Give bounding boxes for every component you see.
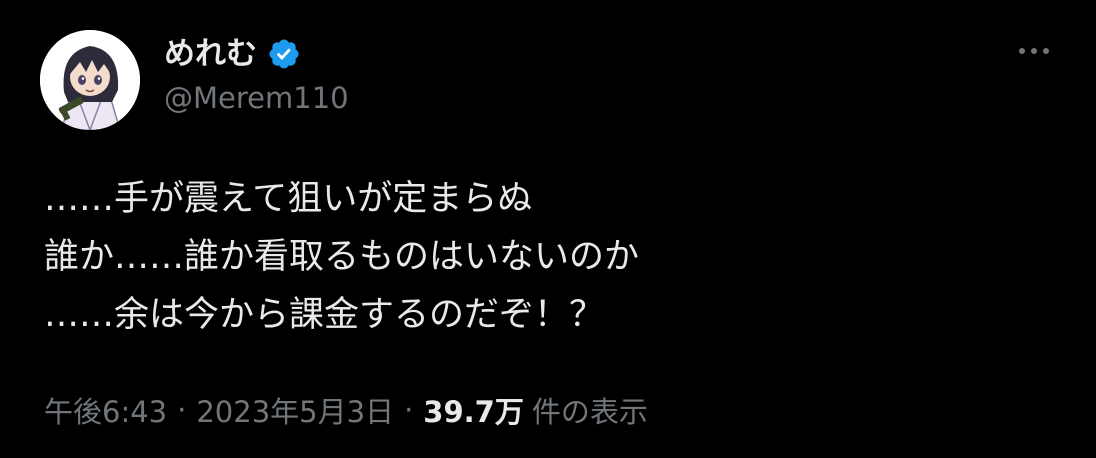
more-options-icon bbox=[1019, 48, 1025, 54]
author-name-row: めれむ bbox=[164, 32, 301, 76]
tweet-text-line: ……余は今から課金するのだぞ！？ bbox=[44, 295, 605, 335]
more-options-icon-dot bbox=[1031, 48, 1037, 54]
author-handle[interactable]: @Merem110 bbox=[164, 84, 349, 113]
author-display-name[interactable]: めれむ bbox=[164, 38, 257, 70]
tweet-text-line: ……手が震えて狙いが定まらぬ bbox=[44, 179, 533, 219]
tweet: めれむ @Merem110 ……手が震えて狙いが定まらぬ 誰か……誰か看取るもの… bbox=[0, 0, 1096, 458]
tweet-text-line: 誰か……誰か看取るものはいないのか bbox=[44, 237, 640, 277]
tweet-date[interactable]: 2023年5月3日 bbox=[196, 389, 394, 431]
tweet-time[interactable]: 午後6:43 bbox=[44, 389, 167, 431]
avatar[interactable] bbox=[40, 30, 140, 130]
tweet-meta: 午後6:43 · 2023年5月3日 · 39.7万 件の表示 bbox=[44, 390, 648, 430]
meta-separator: · bbox=[404, 393, 414, 427]
views-count[interactable]: 39.7万 bbox=[423, 389, 524, 431]
views-label[interactable]: 件の表示 bbox=[532, 389, 648, 431]
tweet-text: ……手が震えて狙いが定まらぬ 誰か……誰か看取るものはいないのか ……余は今から… bbox=[44, 170, 1054, 344]
verified-badge-icon[interactable] bbox=[267, 37, 301, 71]
more-options-icon-dot bbox=[1043, 48, 1049, 54]
more-options-button[interactable] bbox=[1012, 36, 1056, 66]
meta-separator: · bbox=[177, 393, 187, 427]
avatar-image bbox=[40, 30, 140, 130]
